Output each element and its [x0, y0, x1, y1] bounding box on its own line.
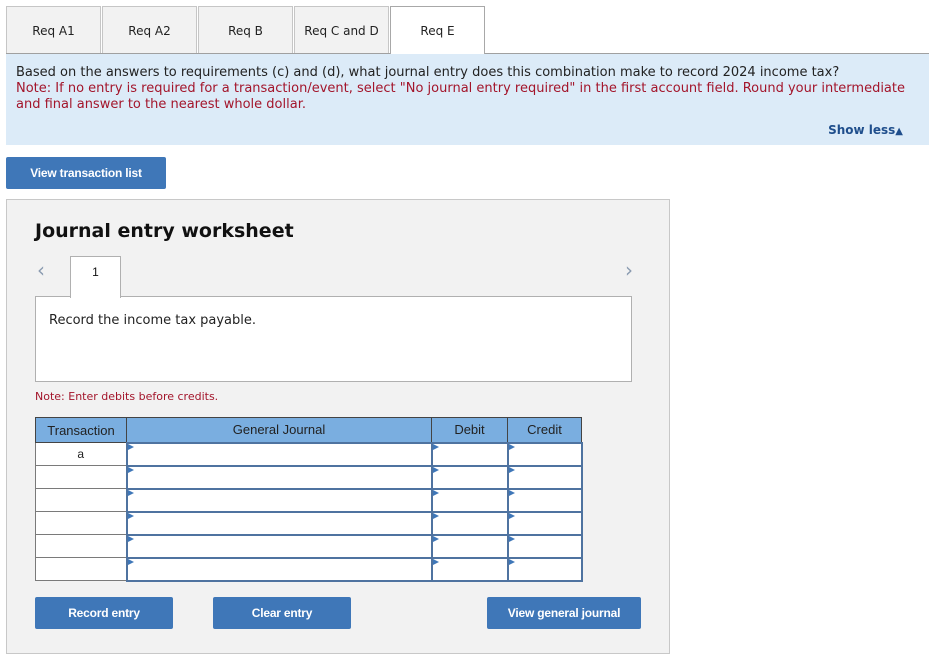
transaction-cell: a [35, 442, 127, 466]
credit-input[interactable] [506, 441, 583, 467]
tab-req-a2[interactable]: Req A2 [102, 6, 197, 54]
account-input[interactable] [125, 464, 433, 490]
debit-input[interactable] [430, 556, 509, 582]
debit-input[interactable] [430, 487, 509, 513]
account-input[interactable] [125, 533, 433, 559]
header-credit: Credit [507, 417, 582, 443]
table-row: a [35, 441, 583, 467]
chevron-right-icon[interactable]: › [625, 258, 633, 282]
credit-input[interactable] [506, 510, 583, 536]
credit-input[interactable] [506, 533, 583, 559]
journal-entry-worksheet: Journal entry worksheet ‹ 1 › Record the… [6, 199, 670, 654]
table-row [35, 556, 583, 582]
triangle-up-icon: ▲ [895, 126, 903, 137]
account-input[interactable] [125, 556, 433, 582]
instructions-panel: Based on the answers to requirements (c)… [6, 54, 929, 145]
show-less-label: Show less [828, 123, 896, 137]
table-row [35, 510, 583, 536]
transaction-cell [35, 488, 127, 512]
tab-req-a1[interactable]: Req A1 [6, 6, 101, 54]
journal-table: Transaction General Journal Debit Credit… [35, 417, 583, 582]
question-text: Based on the answers to requirements (c)… [16, 65, 840, 80]
chevron-left-icon[interactable]: ‹ [37, 258, 45, 282]
header-debit: Debit [431, 417, 508, 443]
debit-input[interactable] [430, 464, 509, 490]
tab-req-b[interactable]: Req B [198, 6, 293, 54]
debit-input[interactable] [430, 441, 509, 467]
account-input[interactable] [125, 441, 433, 467]
transaction-cell [35, 534, 127, 558]
transaction-cell [35, 465, 127, 489]
tab-req-c-and-d[interactable]: Req C and D [294, 6, 389, 54]
entry-tab-1[interactable]: 1 [70, 256, 121, 298]
table-row [35, 487, 583, 513]
table-header-row: Transaction General Journal Debit Credit [35, 417, 582, 443]
view-general-journal-button[interactable]: View general journal [487, 597, 641, 629]
credit-input[interactable] [506, 487, 583, 513]
table-row [35, 533, 583, 559]
requirement-tabs: Req A1 Req A2 Req B Req C and D Req E [6, 6, 486, 54]
debit-input[interactable] [430, 533, 509, 559]
transaction-cell [35, 511, 127, 535]
debit-input[interactable] [430, 510, 509, 536]
tab-req-e[interactable]: Req E [390, 6, 485, 54]
worksheet-title: Journal entry worksheet [35, 220, 294, 242]
debit-note: Note: Enter debits before credits. [35, 390, 219, 403]
instruction-note: Note: If no entry is required for a tran… [16, 81, 905, 112]
clear-entry-button[interactable]: Clear entry [213, 597, 351, 629]
header-transaction: Transaction [35, 417, 127, 443]
view-transaction-list-button[interactable]: View transaction list [6, 157, 166, 189]
table-row [35, 464, 583, 490]
credit-input[interactable] [506, 464, 583, 490]
account-input[interactable] [125, 510, 433, 536]
account-input[interactable] [125, 487, 433, 513]
header-general-journal: General Journal [126, 417, 432, 443]
show-less-link[interactable]: Show less▲ [828, 122, 903, 140]
record-entry-button[interactable]: Record entry [35, 597, 173, 629]
transaction-cell [35, 557, 127, 581]
credit-input[interactable] [506, 556, 583, 582]
transaction-description: Record the income tax payable. [35, 296, 632, 382]
